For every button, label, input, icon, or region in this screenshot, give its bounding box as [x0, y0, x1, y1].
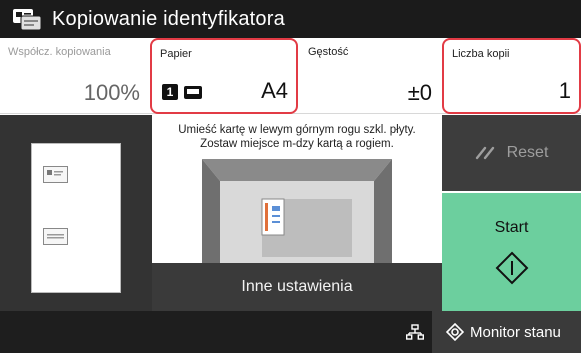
copy-ratio-label: Współcz. kopiowania: [8, 46, 111, 58]
reset-button[interactable]: Reset: [442, 115, 581, 191]
title-bar: Kopiowanie identyfikatora: [0, 0, 581, 38]
density-field[interactable]: Gęstość ±0: [300, 38, 440, 114]
status-monitor-label: Monitor stanu: [470, 323, 561, 341]
page-title: Kopiowanie identyfikatora: [52, 7, 285, 30]
paper-tray-icon: [184, 86, 202, 99]
id-card-back-icon: [47, 234, 64, 239]
guide-line-1: Umieść kartę w lewym górnym rogu szkl. p…: [178, 124, 416, 136]
start-diamond-icon: [495, 251, 528, 285]
paper-field[interactable]: Papier 1 A4: [150, 38, 298, 114]
copy-ratio-value: 100%: [83, 80, 140, 105]
reset-label: Reset: [506, 144, 549, 161]
guide-message: Umieść kartę w lewym górnym rogu szkl. p…: [152, 123, 442, 151]
density-value: ±0: [407, 80, 432, 105]
status-monitor-button[interactable]: Monitor stanu: [432, 311, 581, 353]
copy-ratio-field[interactable]: Współcz. kopiowania 100%: [0, 38, 148, 114]
output-preview: [0, 115, 152, 311]
paper-size-value: A4: [261, 78, 288, 103]
reset-icon: [475, 146, 494, 160]
main-area: Umieść kartę w lewym górnym rogu szkl. p…: [0, 115, 581, 311]
density-label: Gęstość: [308, 46, 349, 58]
guide-line-2: Zostaw miejsce m-dzy kartą a rogiem.: [200, 138, 394, 150]
scanner-glass-icon: [202, 159, 392, 263]
id-card-front-icon: [47, 170, 63, 176]
copies-field[interactable]: Liczba kopii 1: [442, 38, 581, 114]
copies-value: 1: [558, 78, 571, 103]
preview-card-back: [43, 228, 68, 245]
bottom-bar: Monitor stanu: [0, 311, 581, 353]
other-settings-label: Inne ustawienia: [241, 278, 353, 295]
paper-label: Papier: [160, 48, 192, 60]
id-card-copy-icon: [13, 9, 42, 31]
preview-card-front: [43, 166, 68, 183]
tray-number-badge: 1: [162, 84, 178, 100]
other-settings-button[interactable]: Inne ustawienia: [152, 263, 442, 311]
copies-label: Liczba kopii: [452, 48, 510, 60]
settings-row: Współcz. kopiowania 100% Papier 1 A4 Gęs…: [0, 38, 581, 114]
start-label: Start: [494, 219, 529, 236]
preview-sheet: [31, 143, 121, 293]
network-icon[interactable]: [406, 324, 424, 341]
start-button[interactable]: Start: [442, 193, 581, 311]
status-monitor-icon: [446, 323, 464, 341]
